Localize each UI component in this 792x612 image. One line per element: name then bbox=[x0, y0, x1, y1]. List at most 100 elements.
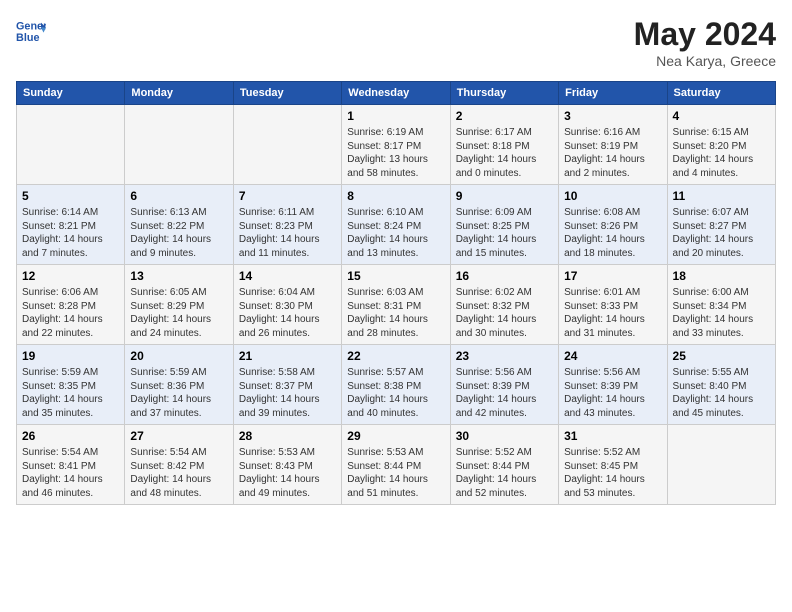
calendar-cell: 23Sunrise: 5:56 AMSunset: 8:39 PMDayligh… bbox=[450, 345, 558, 425]
day-number: 8 bbox=[347, 189, 444, 203]
info-line: Sunrise: 6:19 AM bbox=[347, 126, 444, 140]
day-number: 26 bbox=[22, 429, 119, 443]
info-line: Daylight: 14 hours and 30 minutes. bbox=[456, 313, 553, 340]
info-line: Sunset: 8:39 PM bbox=[456, 380, 553, 394]
calendar-cell: 27 Sunrise: 5:54 AMSunset: 8:42 PMDayligh… bbox=[125, 425, 233, 505]
info-line: Sunset: 8:34 PM bbox=[673, 300, 770, 314]
day-info: Sunrise: 6:15 AMSunset: 8:20 PMDaylight:… bbox=[673, 126, 770, 180]
calendar-cell: 11Sunrise: 6:07 AMSunset: 8:27 PMDayligh… bbox=[667, 185, 775, 265]
info-line: Sunrise: 5:54 AM bbox=[130, 446, 227, 460]
info-line: Daylight: 14 hours and 4 minutes. bbox=[673, 153, 770, 180]
day-number: 23 bbox=[456, 349, 553, 363]
info-line: Daylight: 14 hours and 31 minutes. bbox=[564, 313, 661, 340]
day-info: Sunrise: 6:16 AMSunset: 8:19 PMDaylight:… bbox=[564, 126, 661, 180]
info-line: Sunrise: 5:52 AM bbox=[564, 446, 661, 460]
day-number: 16 bbox=[456, 269, 553, 283]
calendar-cell bbox=[125, 105, 233, 185]
day-number: 15 bbox=[347, 269, 444, 283]
info-line: Daylight: 13 hours and 58 minutes. bbox=[347, 153, 444, 180]
info-line: Sunset: 8:18 PM bbox=[456, 140, 553, 154]
info-line: Sunset: 8:22 PM bbox=[130, 220, 227, 234]
info-line: Daylight: 14 hours and 51 minutes. bbox=[347, 473, 444, 500]
info-line: Daylight: 14 hours and 9 minutes. bbox=[130, 233, 227, 260]
calendar-week-row: 12Sunrise: 6:06 AMSunset: 8:28 PMDayligh… bbox=[17, 265, 776, 345]
weekday-header-sunday: Sunday bbox=[17, 82, 125, 105]
day-number: 13 bbox=[130, 269, 227, 283]
day-number: 7 bbox=[239, 189, 336, 203]
day-info: Sunrise: 6:01 AMSunset: 8:33 PMDaylight:… bbox=[564, 286, 661, 340]
day-info: Sunrise: 5:59 AMSunset: 8:35 PMDaylight:… bbox=[22, 366, 119, 420]
logo: General Blue bbox=[16, 16, 46, 46]
day-info: Sunrise: 5:57 AMSunset: 8:38 PMDaylight:… bbox=[347, 366, 444, 420]
calendar-cell: 28Sunrise: 5:53 AMSunset: 8:43 PMDayligh… bbox=[233, 425, 341, 505]
info-line: Sunrise: 5:56 AM bbox=[456, 366, 553, 380]
calendar-cell: 22Sunrise: 5:57 AMSunset: 8:38 PMDayligh… bbox=[342, 345, 450, 425]
day-number: 29 bbox=[347, 429, 444, 443]
day-number: 21 bbox=[239, 349, 336, 363]
day-number: 31 bbox=[564, 429, 661, 443]
info-line: Sunset: 8:26 PM bbox=[564, 220, 661, 234]
calendar-cell bbox=[17, 105, 125, 185]
info-line: Sunset: 8:40 PM bbox=[673, 380, 770, 394]
calendar-cell: 24Sunrise: 5:56 AMSunset: 8:39 PMDayligh… bbox=[559, 345, 667, 425]
info-line: Sunrise: 6:10 AM bbox=[347, 206, 444, 220]
calendar-cell: 21Sunrise: 5:58 AMSunset: 8:37 PMDayligh… bbox=[233, 345, 341, 425]
info-line: Daylight: 14 hours and 22 minutes. bbox=[22, 313, 119, 340]
day-info: Sunrise: 6:08 AMSunset: 8:26 PMDaylight:… bbox=[564, 206, 661, 260]
calendar-cell: 6Sunrise: 6:13 AMSunset: 8:22 PMDaylight… bbox=[125, 185, 233, 265]
info-line: Sunset: 8:39 PM bbox=[564, 380, 661, 394]
day-number: 6 bbox=[130, 189, 227, 203]
info-line: Sunrise: 6:03 AM bbox=[347, 286, 444, 300]
day-number: 27 bbox=[130, 429, 227, 443]
calendar-cell: 26 Sunrise: 5:54 AMSunset: 8:41 PMDayligh… bbox=[17, 425, 125, 505]
day-number: 4 bbox=[673, 109, 770, 123]
info-line: Sunset: 8:27 PM bbox=[673, 220, 770, 234]
calendar-cell: 31Sunrise: 5:52 AMSunset: 8:45 PMDayligh… bbox=[559, 425, 667, 505]
calendar-cell bbox=[667, 425, 775, 505]
calendar-cell: 3Sunrise: 6:16 AMSunset: 8:19 PMDaylight… bbox=[559, 105, 667, 185]
info-line: Sunrise: 5:54 AM bbox=[22, 446, 119, 460]
info-line: Sunset: 8:24 PM bbox=[347, 220, 444, 234]
day-number: 18 bbox=[673, 269, 770, 283]
info-line: Daylight: 14 hours and 0 minutes. bbox=[456, 153, 553, 180]
info-line: Sunrise: 6:00 AM bbox=[673, 286, 770, 300]
day-info: Sunrise: 5:52 AMSunset: 8:44 PMDaylight:… bbox=[456, 446, 553, 500]
info-line: Daylight: 14 hours and 11 minutes. bbox=[239, 233, 336, 260]
info-line: Sunrise: 5:59 AM bbox=[22, 366, 119, 380]
day-info: Sunrise: 6:19 AMSunset: 8:17 PMDaylight:… bbox=[347, 126, 444, 180]
info-line: Sunset: 8:41 PM bbox=[22, 460, 119, 474]
day-info: Sunrise: 5:54 AMSunset: 8:42 PMDaylight:… bbox=[130, 446, 227, 500]
info-line: Sunrise: 5:56 AM bbox=[564, 366, 661, 380]
day-info: Sunrise: 5:56 AMSunset: 8:39 PMDaylight:… bbox=[564, 366, 661, 420]
weekday-header-row: SundayMondayTuesdayWednesdayThursdayFrid… bbox=[17, 82, 776, 105]
weekday-header-tuesday: Tuesday bbox=[233, 82, 341, 105]
day-info: Sunrise: 6:04 AMSunset: 8:30 PMDaylight:… bbox=[239, 286, 336, 340]
calendar-week-row: 19Sunrise: 5:59 AMSunset: 8:35 PMDayligh… bbox=[17, 345, 776, 425]
day-info: Sunrise: 6:11 AMSunset: 8:23 PMDaylight:… bbox=[239, 206, 336, 260]
info-line: Sunset: 8:36 PM bbox=[130, 380, 227, 394]
info-line: Sunrise: 5:53 AM bbox=[239, 446, 336, 460]
calendar-cell: 19Sunrise: 5:59 AMSunset: 8:35 PMDayligh… bbox=[17, 345, 125, 425]
day-number: 14 bbox=[239, 269, 336, 283]
calendar-table: SundayMondayTuesdayWednesdayThursdayFrid… bbox=[16, 81, 776, 505]
calendar-cell bbox=[233, 105, 341, 185]
info-line: Daylight: 14 hours and 45 minutes. bbox=[673, 393, 770, 420]
calendar-cell: 12Sunrise: 6:06 AMSunset: 8:28 PMDayligh… bbox=[17, 265, 125, 345]
calendar-week-row: 26Sunrise: 5:54 AMSunset: 8:41 PMDayligh… bbox=[17, 425, 776, 505]
info-line: Sunrise: 5:58 AM bbox=[239, 366, 336, 380]
calendar-week-row: 1Sunrise: 6:19 AMSunset: 8:17 PMDaylight… bbox=[17, 105, 776, 185]
info-line: Sunset: 8:35 PM bbox=[22, 380, 119, 394]
day-number: 9 bbox=[456, 189, 553, 203]
calendar-cell: 25Sunrise: 5:55 AMSunset: 8:40 PMDayligh… bbox=[667, 345, 775, 425]
day-info: Sunrise: 5:54 AMSunset: 8:41 PMDaylight:… bbox=[22, 446, 119, 500]
day-info: Sunrise: 6:02 AMSunset: 8:32 PMDaylight:… bbox=[456, 286, 553, 340]
info-line: Sunset: 8:28 PM bbox=[22, 300, 119, 314]
info-line: Sunset: 8:44 PM bbox=[347, 460, 444, 474]
info-line: Daylight: 14 hours and 43 minutes. bbox=[564, 393, 661, 420]
day-info: Sunrise: 6:07 AMSunset: 8:27 PMDaylight:… bbox=[673, 206, 770, 260]
info-line: Sunrise: 6:17 AM bbox=[456, 126, 553, 140]
info-line: Sunrise: 6:11 AM bbox=[239, 206, 336, 220]
calendar-cell: 4 Sunrise: 6:15 AMSunset: 8:20 PMDaylight… bbox=[667, 105, 775, 185]
info-line: Sunrise: 6:08 AM bbox=[564, 206, 661, 220]
calendar-cell: 20Sunrise: 5:59 AMSunset: 8:36 PMDayligh… bbox=[125, 345, 233, 425]
